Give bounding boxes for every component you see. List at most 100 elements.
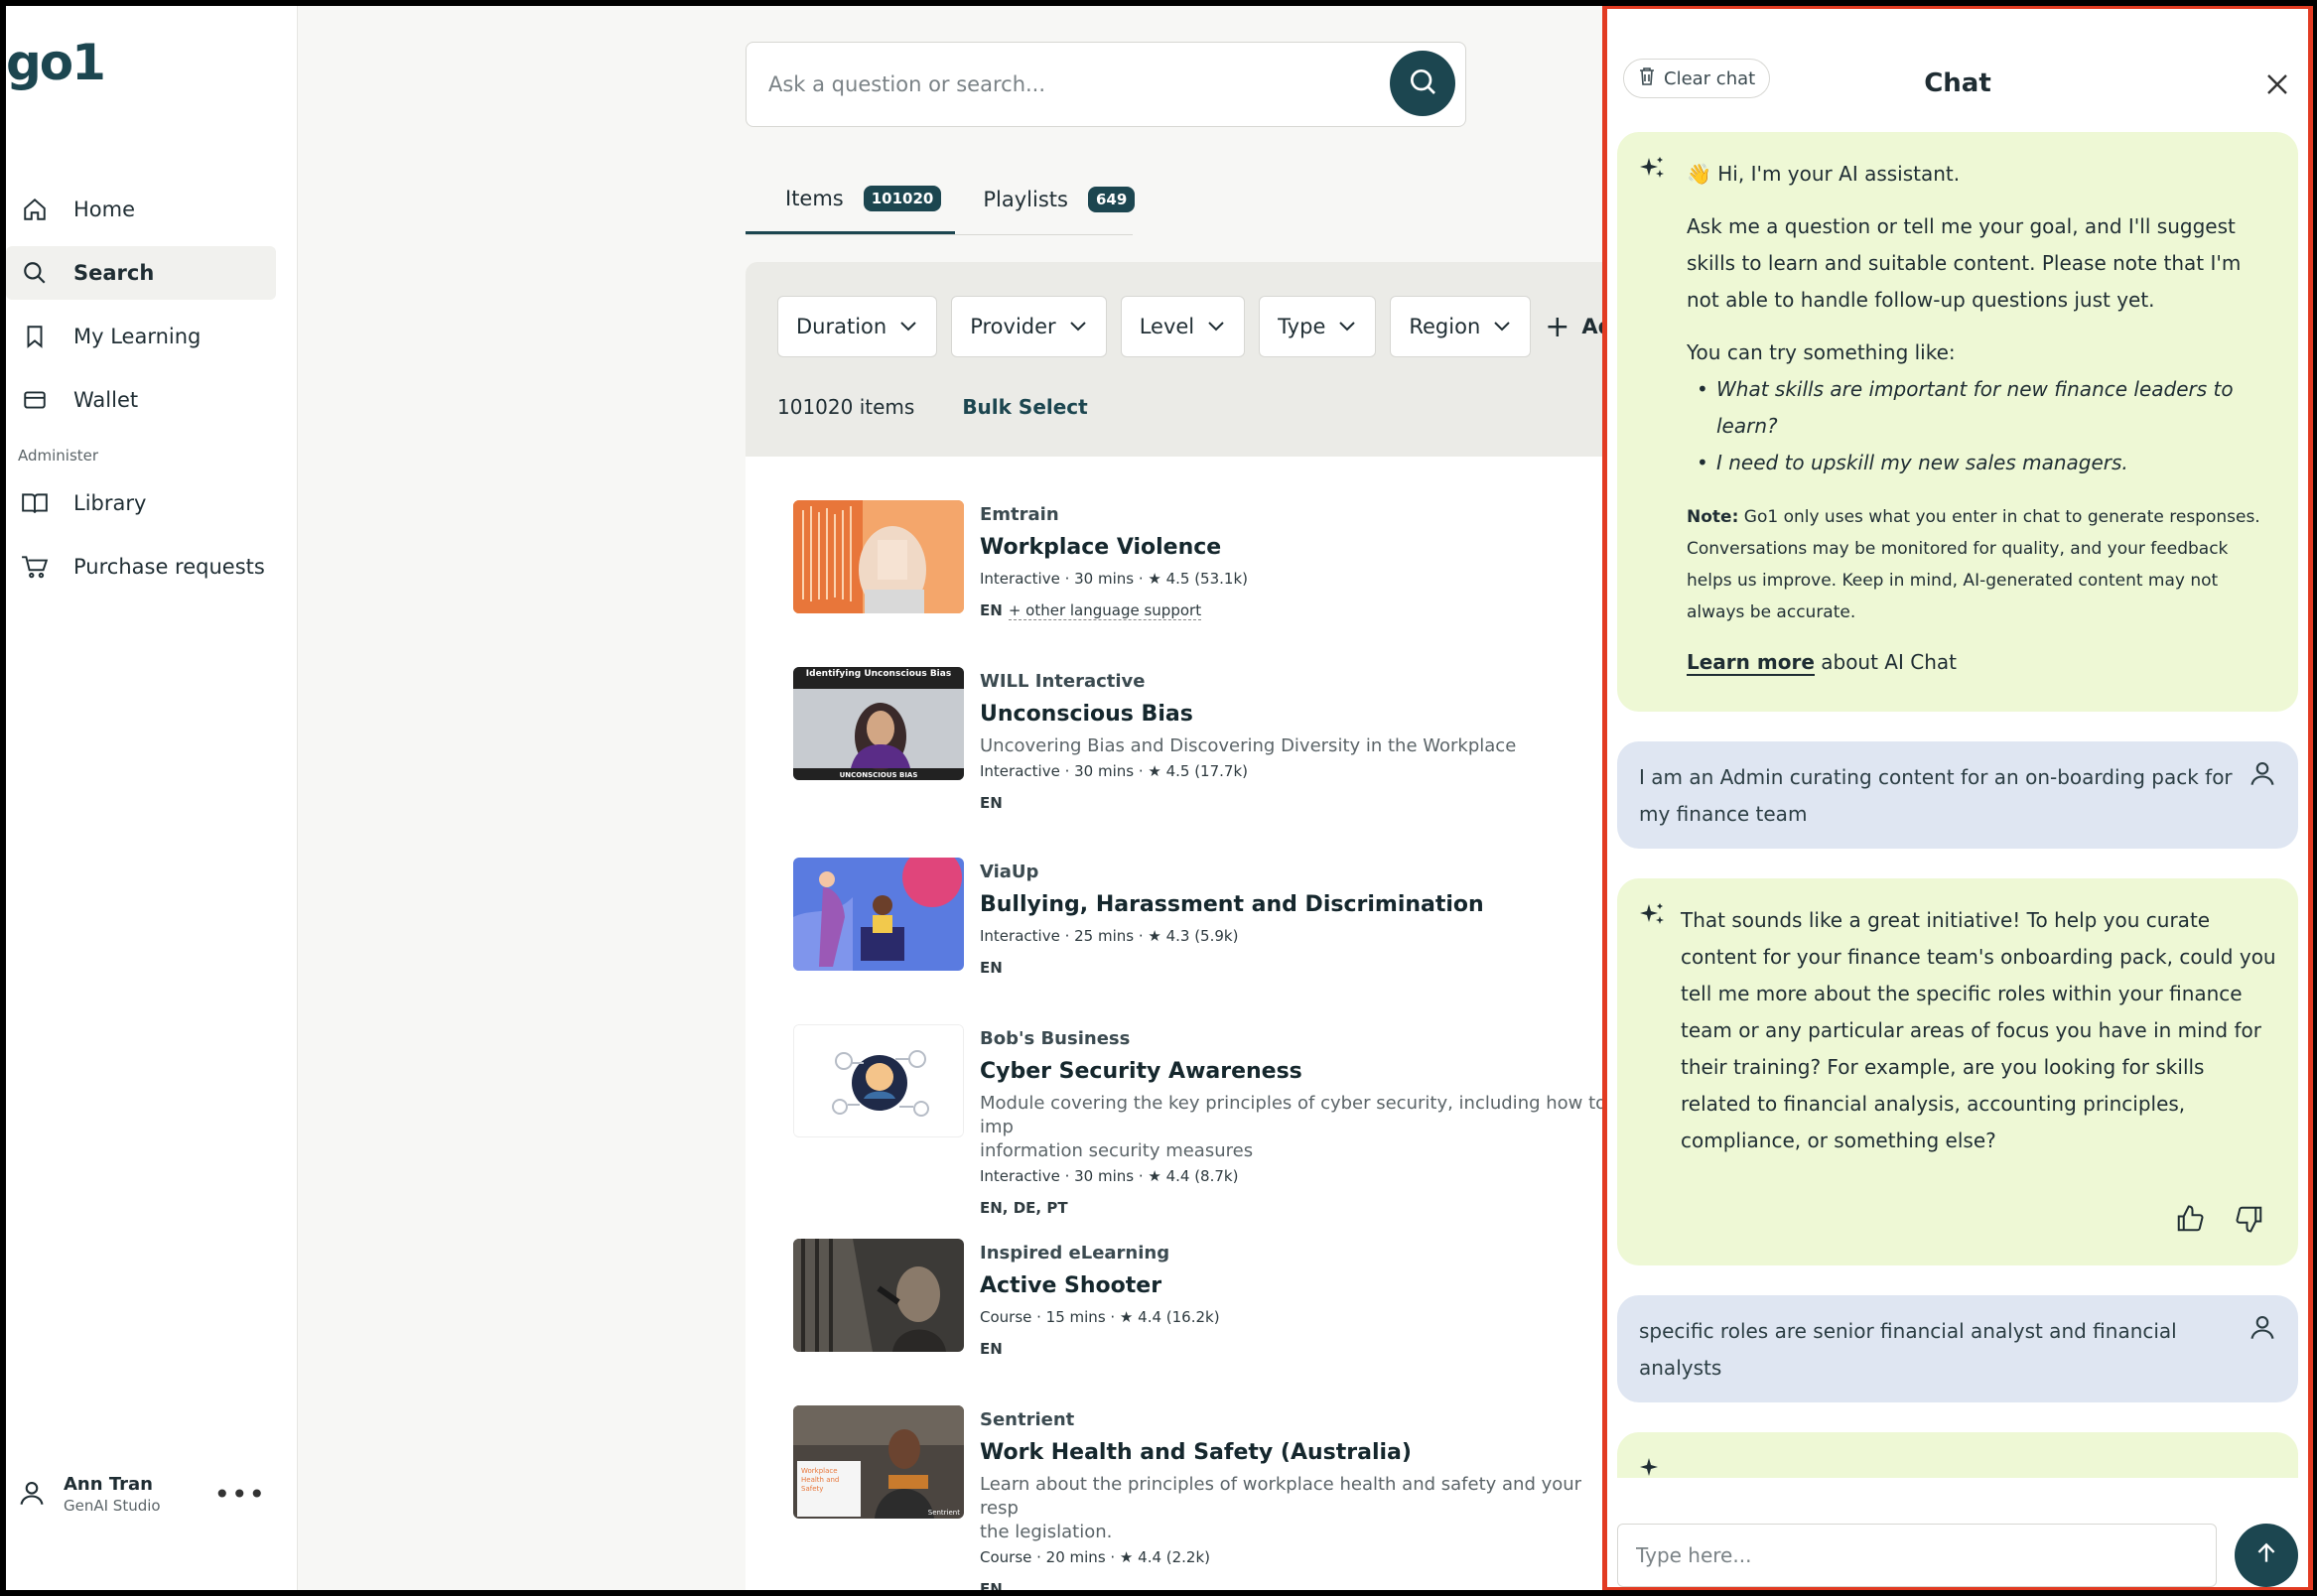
user-message: I am an Admin curating content for an on…	[1617, 741, 2298, 849]
result-lang-codes: EN	[980, 1340, 1003, 1358]
close-icon[interactable]	[2266, 68, 2288, 103]
nav-item-my-learning[interactable]: My Learning	[6, 310, 276, 363]
thumbnail-workplace-violence	[793, 500, 964, 613]
ai-intro: Ask me a question or tell me your goal, …	[1687, 214, 2242, 312]
nav-item-library[interactable]: Library	[6, 476, 276, 530]
filter-type[interactable]: Type	[1259, 296, 1377, 357]
result-provider: ViaUp	[980, 862, 1039, 882]
nav-item-wallet[interactable]: Wallet	[6, 373, 276, 427]
send-button[interactable]	[2235, 1524, 2298, 1587]
ai-greeting: 👋 Hi, I'm your AI assistant.	[1687, 162, 1961, 186]
result-info: Bob's Business Cyber Security Awareness …	[980, 1028, 1602, 1217]
result-title[interactable]: Work Health and Safety (Australia)	[980, 1440, 1602, 1465]
nav-label-wallet: Wallet	[73, 388, 139, 412]
results-meta: 101020 items Bulk Select	[777, 395, 1088, 419]
nav-label-purchase-requests: Purchase requests	[73, 555, 265, 579]
ai-try-label: You can try something like:	[1687, 340, 1956, 364]
result-title[interactable]: Cyber Security Awareness	[980, 1059, 1602, 1084]
nav-label-home: Home	[73, 198, 136, 221]
book-icon	[18, 486, 52, 520]
result-languages: EN, DE, PT	[980, 1199, 1602, 1217]
chevron-down-icon	[1492, 315, 1512, 338]
nav-label-search: Search	[73, 261, 155, 285]
thumbnail-work-health-safety: Workplace Health and Safety Sentrient	[793, 1405, 964, 1519]
nav-item-purchase-requests[interactable]: Purchase requests	[6, 540, 276, 594]
result-lang-codes: EN, DE, PT	[980, 1199, 1068, 1217]
result-tabs: Items 101020 Playlists 649	[746, 165, 1147, 234]
search-input[interactable]	[768, 66, 1344, 102]
tab-items-count: 101020	[863, 185, 942, 211]
user-message: specific roles are senior financial anal…	[1617, 1295, 2298, 1402]
result-stats: Interactive · 25 mins · ★ 4.3 (5.9k)	[980, 927, 1239, 945]
chat-input[interactable]	[1617, 1524, 2217, 1587]
chevron-down-icon	[1068, 315, 1088, 338]
thumbnail-caption: Identifying Unconscious Bias	[805, 669, 952, 679]
learn-more-link[interactable]: Learn more	[1687, 650, 1815, 676]
tab-items[interactable]: Items 101020	[746, 165, 956, 234]
filter-type-label: Type	[1278, 315, 1326, 338]
result-title[interactable]: Workplace Violence	[980, 535, 1602, 560]
nav-item-home[interactable]: Home	[6, 183, 276, 236]
filter-region[interactable]: Region	[1390, 296, 1532, 357]
result-info: Inspired eLearning Active Shooter Course…	[980, 1243, 1602, 1358]
bulk-select-button[interactable]: Bulk Select	[962, 395, 1087, 419]
learn-more-line: Learn more about AI Chat	[1687, 644, 2272, 681]
result-provider: WILL Interactive	[980, 671, 1146, 692]
main-nav: Home Search My Learning Wallet Administe…	[6, 183, 276, 603]
result-lang-codes: EN	[980, 959, 1003, 977]
result-lang-codes: EN	[980, 794, 1003, 812]
result-stats: Interactive · 30 mins · ★ 4.4 (8.7k)	[980, 1167, 1239, 1185]
thumbnail-bullying	[793, 858, 964, 971]
user-profile[interactable]: Ann Tran GenAI Studio •••	[18, 1474, 266, 1515]
example-item[interactable]: I need to upskill my new sales managers.	[1687, 445, 2272, 481]
tab-playlists-count: 649	[1087, 187, 1136, 212]
thumbs-down-icon[interactable]	[2235, 1204, 2264, 1238]
more-options-icon[interactable]: •••	[213, 1478, 266, 1511]
result-title[interactable]: Unconscious Bias	[980, 702, 1602, 727]
thumbnail-unconscious-bias: Identifying Unconscious Bias UNCONSCIOUS…	[793, 667, 964, 780]
go1-logo[interactable]: go1	[6, 34, 106, 91]
thumbs-up-icon[interactable]	[2175, 1204, 2205, 1238]
learn-more-suffix: about AI Chat	[1814, 650, 1957, 674]
sparkle-icon	[1639, 156, 1667, 188]
tab-items-label: Items	[785, 186, 844, 210]
result-description: Module covering the key principles of cy…	[980, 1093, 1602, 1161]
ai-note: Note: Go1 only uses what you enter in ch…	[1687, 501, 2272, 628]
nav-item-search[interactable]: Search	[6, 246, 276, 300]
result-lang-codes: EN	[980, 601, 1003, 619]
filter-row: Duration Provider Level Type Region + A	[777, 296, 1602, 357]
other-language-link[interactable]: + other language support	[1008, 601, 1202, 620]
nav-section-administer: Administer	[18, 447, 99, 465]
filter-duration[interactable]: Duration	[777, 296, 938, 357]
filter-region-label: Region	[1409, 315, 1481, 338]
result-info: WILL Interactive Unconscious Bias Uncove…	[980, 671, 1602, 812]
results-count: 101020 items	[777, 395, 915, 419]
chevron-down-icon	[1337, 315, 1357, 338]
filter-provider-label: Provider	[970, 315, 1056, 338]
user-message-text: I am an Admin curating content for an on…	[1639, 765, 2233, 826]
main-content: Items 101020 Playlists 649 Duration Prov…	[299, 6, 1602, 1590]
result-stats: Course · 20 mins · ★ 4.4 (2.2k)	[980, 1548, 1211, 1566]
thumbnail-footer: UNCONSCIOUS BIAS	[839, 771, 918, 779]
search-button[interactable]	[1390, 51, 1455, 116]
ai-message-partial	[1617, 1432, 2298, 1478]
example-item[interactable]: What skills are important for new financ…	[1687, 371, 2272, 445]
result-provider: Emtrain	[980, 504, 1059, 525]
tab-playlists[interactable]: Playlists 649	[955, 165, 1147, 234]
user-name: Ann Tran	[64, 1474, 153, 1495]
result-info: ViaUp Bullying, Harassment and Discrimin…	[980, 862, 1602, 977]
result-stats: Interactive · 30 mins · ★ 4.5 (17.7k)	[980, 762, 1248, 780]
result-lang-codes: EN	[980, 1580, 1003, 1590]
chevron-down-icon	[1206, 315, 1226, 338]
result-title[interactable]: Active Shooter	[980, 1273, 1602, 1298]
search-icon	[18, 256, 52, 290]
filter-level[interactable]: Level	[1120, 296, 1246, 357]
result-title[interactable]: Bullying, Harassment and Discrimination	[980, 892, 1602, 917]
filter-level-label: Level	[1139, 315, 1195, 338]
filter-provider[interactable]: Provider	[951, 296, 1107, 357]
result-description: Learn about the principles of workplace …	[980, 1474, 1582, 1542]
add-filter-button[interactable]: + Ad	[1545, 296, 1602, 357]
plus-icon: +	[1545, 309, 1570, 344]
chat-messages: 👋 Hi, I'm your AI assistant. Ask me a qu…	[1617, 132, 2298, 1478]
chevron-down-icon	[898, 315, 918, 338]
